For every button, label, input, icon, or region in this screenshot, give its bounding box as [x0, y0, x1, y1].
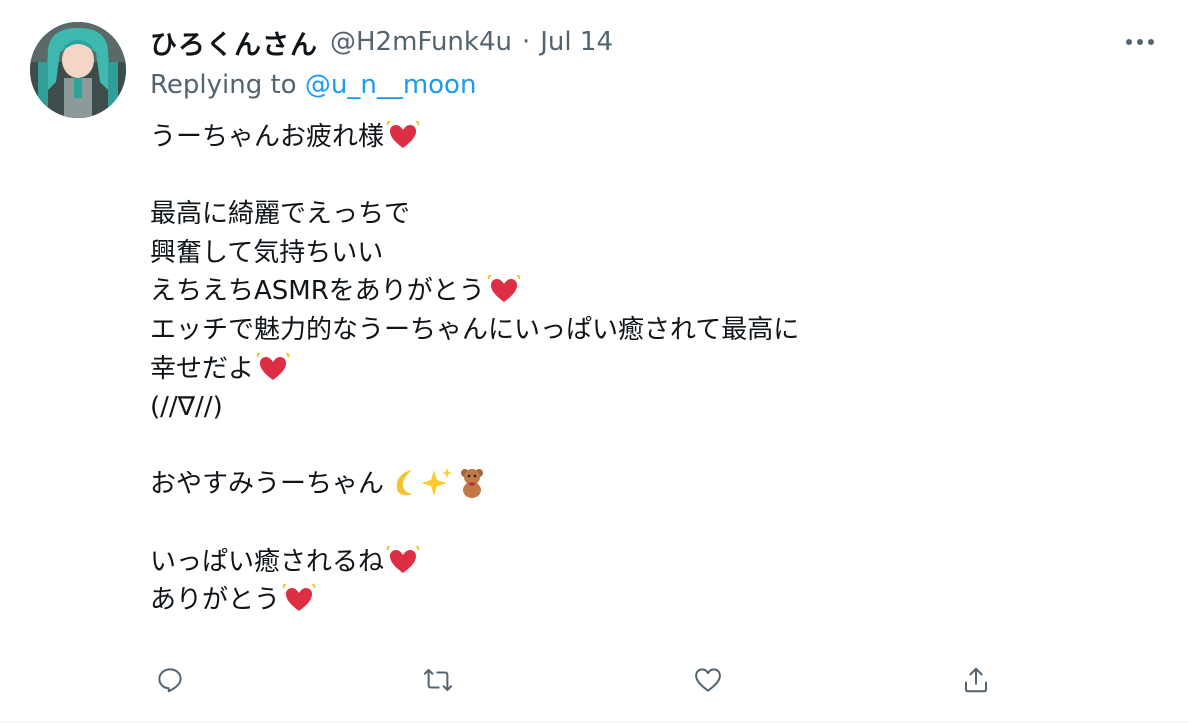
- share-icon: [965, 667, 987, 693]
- beating-heart-emoji: [386, 545, 420, 576]
- tweet[interactable]: ひろくんさん @H2mFunk4u · Jul 14 Replying to @…: [0, 0, 1188, 726]
- author-handle[interactable]: @H2mFunk4u: [330, 27, 512, 57]
- crescent-moon-emoji: [386, 466, 418, 498]
- beating-heart-emoji: [487, 275, 521, 305]
- like-button[interactable]: [688, 660, 728, 700]
- replying-prefix: Replying to: [150, 70, 297, 100]
- replying-to: Replying to @u_n__moon: [150, 70, 476, 100]
- sparkles-emoji: [420, 466, 454, 498]
- avatar[interactable]: [30, 22, 126, 118]
- more-options-button[interactable]: [1120, 30, 1160, 54]
- text-line-content: (//∇//): [150, 392, 223, 423]
- action-bar: [150, 660, 1010, 704]
- beating-heart-emoji: [386, 121, 420, 151]
- text-line-content: おやすみうーちゃん: [150, 469, 385, 500]
- text-line: えちえちASMRをありがとう: [150, 272, 1110, 311]
- text-line: 最高に綺麗でえっちで: [150, 195, 1110, 234]
- text-line: 幸せだよ: [150, 350, 1110, 389]
- text-line-content: えちえちASMRをありがとう: [150, 276, 485, 307]
- heart-icon: [695, 668, 721, 692]
- text-line-content: いっぱい癒されるね: [150, 546, 385, 577]
- text-line-content: 幸せだよ: [150, 353, 255, 384]
- text-line-content: ありがとう: [150, 585, 281, 616]
- tweet-text: うーちゃんお疲れ様 最高に綺麗でえっちで 興奮して気持ちいい えちえちASMRを…: [150, 118, 1110, 620]
- teddy-bear-emoji: [456, 466, 488, 499]
- text-line-content: 最高に綺麗でえっちで: [150, 199, 411, 230]
- text-line: おやすみうーちゃん: [150, 465, 1110, 504]
- share-button[interactable]: [956, 660, 996, 700]
- text-line: [150, 427, 1110, 466]
- text-line-content: 興奮して気持ちいい: [150, 237, 384, 268]
- tweet-date[interactable]: Jul 14: [540, 27, 613, 57]
- text-line: (//∇//): [150, 388, 1110, 427]
- avatar-image: [30, 22, 126, 118]
- text-line: 興奮して気持ちいい: [150, 234, 1110, 273]
- divider: [0, 722, 1188, 723]
- text-line-content: うーちゃんお疲れ様: [150, 122, 385, 152]
- text-line: ありがとう: [150, 581, 1110, 620]
- text-line-content: エッチで魅力的なうーちゃんにいっぱい癒されて最高に: [150, 314, 800, 345]
- retweet-button[interactable]: [418, 660, 458, 700]
- reply-button[interactable]: [150, 660, 190, 700]
- retweet-icon: [423, 669, 453, 691]
- beating-heart-emoji: [282, 584, 316, 614]
- text-line: いっぱい癒されるね: [150, 543, 1110, 582]
- text-line: エッチで魅力的なうーちゃんにいっぱい癒されて最高に: [150, 311, 1110, 350]
- beating-heart-emoji: [256, 352, 290, 383]
- text-line: うーちゃんお疲れ様: [150, 118, 1110, 157]
- author-name[interactable]: ひろくんさん: [150, 23, 318, 62]
- tweet-header: ひろくんさん @H2mFunk4u · Jul 14: [150, 22, 613, 62]
- replying-to-link[interactable]: @u_n__moon: [305, 70, 477, 100]
- text-line: [150, 504, 1110, 543]
- more-dots-icon: [1126, 39, 1154, 45]
- reply-icon: [158, 668, 182, 693]
- separator: ·: [522, 27, 531, 57]
- text-line: [150, 157, 1110, 196]
